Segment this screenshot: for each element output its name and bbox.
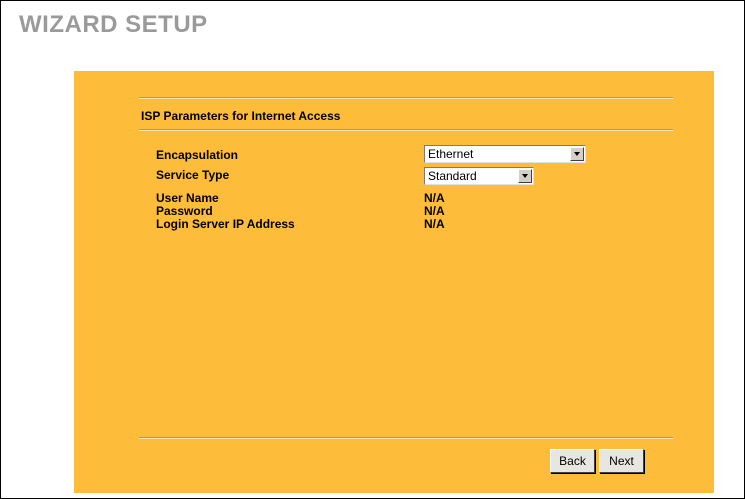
next-button[interactable]: Next (599, 449, 644, 473)
back-button[interactable]: Back (550, 449, 595, 473)
service-type-select[interactable]: Standard (424, 167, 534, 185)
login-server-value: N/A (424, 217, 445, 231)
encapsulation-label: Encapsulation (156, 148, 239, 162)
chevron-down-icon (522, 174, 528, 178)
section-title: ISP Parameters for Internet Access (141, 109, 341, 123)
encapsulation-dropdown-button[interactable] (570, 147, 584, 161)
service-type-selected-value: Standard (428, 169, 477, 183)
wizard-window: WIZARD SETUP ISP Parameters for Internet… (0, 0, 745, 499)
service-type-label: Service Type (156, 168, 230, 182)
chevron-down-icon (574, 152, 580, 156)
top-divider (139, 97, 673, 99)
bottom-divider (139, 437, 673, 439)
section-divider (139, 129, 673, 131)
wizard-panel: ISP Parameters for Internet Access Encap… (74, 71, 714, 493)
encapsulation-selected-value: Ethernet (428, 147, 474, 161)
service-type-dropdown-button[interactable] (518, 169, 532, 183)
encapsulation-select[interactable]: Ethernet (424, 145, 586, 163)
login-server-label: Login Server IP Address (156, 217, 295, 231)
wizard-title: WIZARD SETUP (19, 11, 208, 38)
